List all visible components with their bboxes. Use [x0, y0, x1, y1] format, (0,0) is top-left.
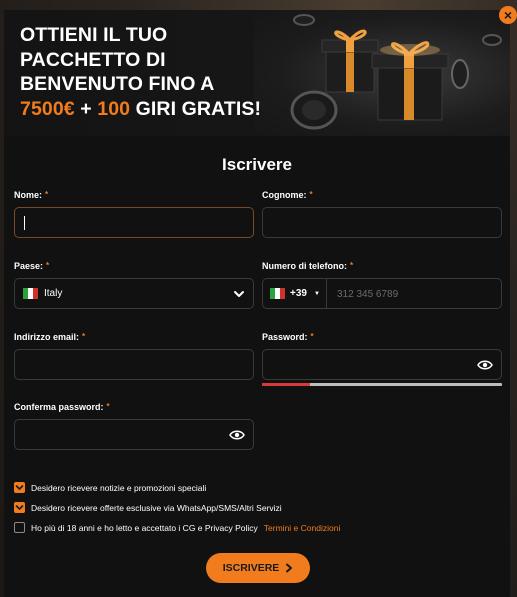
- first-name-input[interactable]: [15, 208, 253, 237]
- consent-whatsapp-text: Desidero ricevere offerte esclusive via …: [31, 502, 282, 513]
- country-label: Paese: *: [14, 261, 49, 271]
- poker-chip-icon: [290, 90, 338, 130]
- required-marker: *: [309, 190, 313, 199]
- country-select-value[interactable]: Italy: [15, 279, 253, 308]
- phone-label-text: Numero di telefono:: [262, 261, 347, 271]
- last-name-field[interactable]: [262, 207, 502, 238]
- consent-promotions-text: Desidero ricevere notizie e promozioni s…: [31, 482, 207, 493]
- password-strength-meter: [262, 383, 502, 386]
- consent-promotions-checkbox[interactable]: [14, 482, 25, 493]
- consent-terms[interactable]: Ho più di 18 anni e ho letto e accettato…: [14, 522, 340, 533]
- poker-chip-icon: [451, 59, 469, 89]
- country-name: Italy: [44, 288, 63, 299]
- registration-modal: OTTIENI IL TUO PACCHETTO DI BENVENUTO FI…: [4, 10, 510, 597]
- last-name-label-text: Cognome:: [262, 190, 307, 200]
- check-icon: [15, 505, 24, 510]
- confirm-password-field[interactable]: [14, 419, 254, 450]
- phone-label: Numero di telefono: *: [262, 261, 353, 271]
- first-name-label: Nome: *: [14, 190, 48, 200]
- required-marker: *: [106, 402, 110, 411]
- eye-icon[interactable]: [477, 359, 493, 371]
- email-label-text: Indirizzo email:: [14, 332, 80, 342]
- form-title: Iscrivere: [222, 155, 292, 174]
- consent-terms-checkbox[interactable]: [14, 522, 25, 533]
- email-label: Indirizzo email: *: [14, 332, 85, 342]
- banner-plus: +: [74, 97, 98, 120]
- check-icon: [15, 485, 24, 490]
- terms-link[interactable]: Termini e Condizioni: [264, 523, 341, 533]
- chevron-right-icon: [286, 563, 293, 573]
- first-name-field[interactable]: [14, 207, 254, 238]
- italy-flag-icon: [23, 288, 38, 299]
- text-cursor: [24, 216, 25, 230]
- last-name-input[interactable]: [263, 208, 501, 237]
- phone-field: +39 ▼: [262, 278, 502, 309]
- consent-promotions[interactable]: Desidero ricevere notizie e promozioni s…: [14, 482, 206, 493]
- free-spins-text: GIRI GRATIS!: [130, 97, 262, 120]
- confirm-password-label-text: Conferma password:: [14, 402, 104, 412]
- last-name-label: Cognome: *: [262, 190, 313, 200]
- eye-icon[interactable]: [229, 429, 245, 441]
- poker-chip-icon: [293, 14, 315, 26]
- phone-prefix-value: +39: [290, 288, 307, 299]
- required-marker: *: [310, 332, 314, 341]
- required-marker: *: [350, 261, 354, 270]
- required-marker: *: [46, 261, 50, 270]
- phone-input-wrapper: [327, 279, 501, 308]
- italy-flag-icon: [270, 288, 285, 299]
- banner-line-3: BENVENUTO FINO A: [20, 73, 215, 95]
- phone-prefix-select[interactable]: +39 ▼: [263, 279, 327, 308]
- banner-line-4: 7500€ + 100 GIRI GRATIS!: [20, 97, 290, 122]
- confirm-password-label: Conferma password: *: [14, 402, 110, 412]
- caret-down-icon: ▼: [313, 290, 320, 297]
- banner-title: OTTIENI IL TUO PACCHETTO DI BENVENUTO FI…: [20, 23, 290, 121]
- close-icon[interactable]: ×: [499, 6, 517, 24]
- free-spins-count: 100: [97, 97, 131, 120]
- email-input[interactable]: [15, 350, 253, 379]
- chevron-down-icon[interactable]: [233, 288, 245, 300]
- country-select[interactable]: Italy: [14, 278, 254, 309]
- gift-box-icon: [290, 14, 502, 130]
- welcome-banner: OTTIENI IL TUO PACCHETTO DI BENVENUTO FI…: [4, 10, 510, 136]
- confirm-password-input[interactable]: [15, 420, 253, 449]
- password-input[interactable]: [263, 350, 501, 379]
- required-marker: *: [45, 190, 49, 199]
- banner-line-2: PACCHETTO DI: [20, 48, 166, 71]
- bonus-amount: 7500€: [20, 97, 75, 120]
- password-strength-fill: [262, 383, 310, 386]
- phone-input[interactable]: [327, 279, 501, 308]
- consent-whatsapp-checkbox[interactable]: [14, 502, 25, 513]
- first-name-label-text: Nome:: [14, 190, 43, 200]
- submit-label: ISCRIVERE: [222, 562, 280, 574]
- poker-chip-icon: [482, 34, 502, 46]
- consent-whatsapp[interactable]: Desidero ricevere offerte esclusive via …: [14, 502, 282, 513]
- email-field[interactable]: [14, 349, 254, 380]
- country-label-text: Paese:: [14, 261, 44, 271]
- banner-line-1: OTTIENI IL TUO: [20, 24, 168, 46]
- consent-terms-text: Ho più di 18 anni e ho letto e accettato…: [31, 522, 258, 533]
- password-label: Password: *: [262, 332, 314, 342]
- required-marker: *: [82, 332, 86, 341]
- password-field[interactable]: [262, 349, 502, 380]
- password-label-text: Password:: [262, 332, 308, 342]
- submit-button[interactable]: ISCRIVERE: [206, 553, 310, 583]
